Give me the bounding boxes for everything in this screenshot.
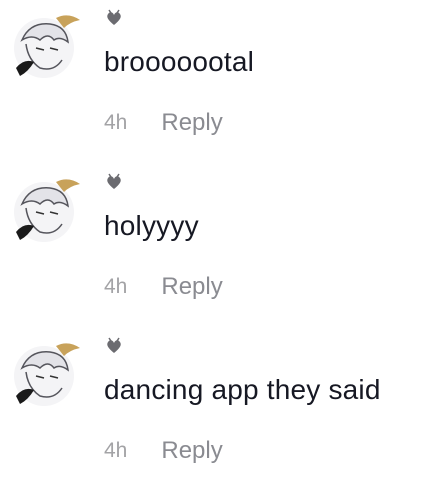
reply-button[interactable]: Reply	[161, 437, 222, 465]
comment-text: holyyyy	[104, 210, 199, 241]
timestamp: 4h	[104, 111, 128, 134]
comment-meta: 4h Reply	[104, 108, 223, 138]
anime-character-avatar-icon	[14, 179, 80, 242]
comment-meta: 4h Reply	[104, 436, 223, 466]
comment-item: brooooootal 4h Reply	[0, 0, 431, 164]
comment-meta: 4h Reply	[104, 272, 223, 302]
reply-button[interactable]: Reply	[161, 273, 222, 301]
timestamp: 4h	[104, 439, 128, 462]
avatar[interactable]	[10, 338, 82, 410]
heart-badge-icon	[104, 336, 124, 356]
avatar[interactable]	[10, 10, 82, 82]
comment-text: brooooootal	[104, 46, 255, 77]
heart-badge-icon	[104, 8, 124, 28]
avatar[interactable]	[10, 174, 82, 246]
reply-button[interactable]: Reply	[161, 109, 222, 137]
timestamp: 4h	[104, 275, 128, 298]
anime-character-avatar-icon	[14, 15, 80, 78]
heart-badge-icon	[104, 172, 124, 192]
comment-text: dancing app they said	[104, 374, 381, 405]
comment-item: dancing app they said 4h Reply	[0, 328, 431, 492]
anime-character-avatar-icon	[14, 343, 80, 406]
comment-item: holyyyy 4h Reply	[0, 164, 431, 328]
